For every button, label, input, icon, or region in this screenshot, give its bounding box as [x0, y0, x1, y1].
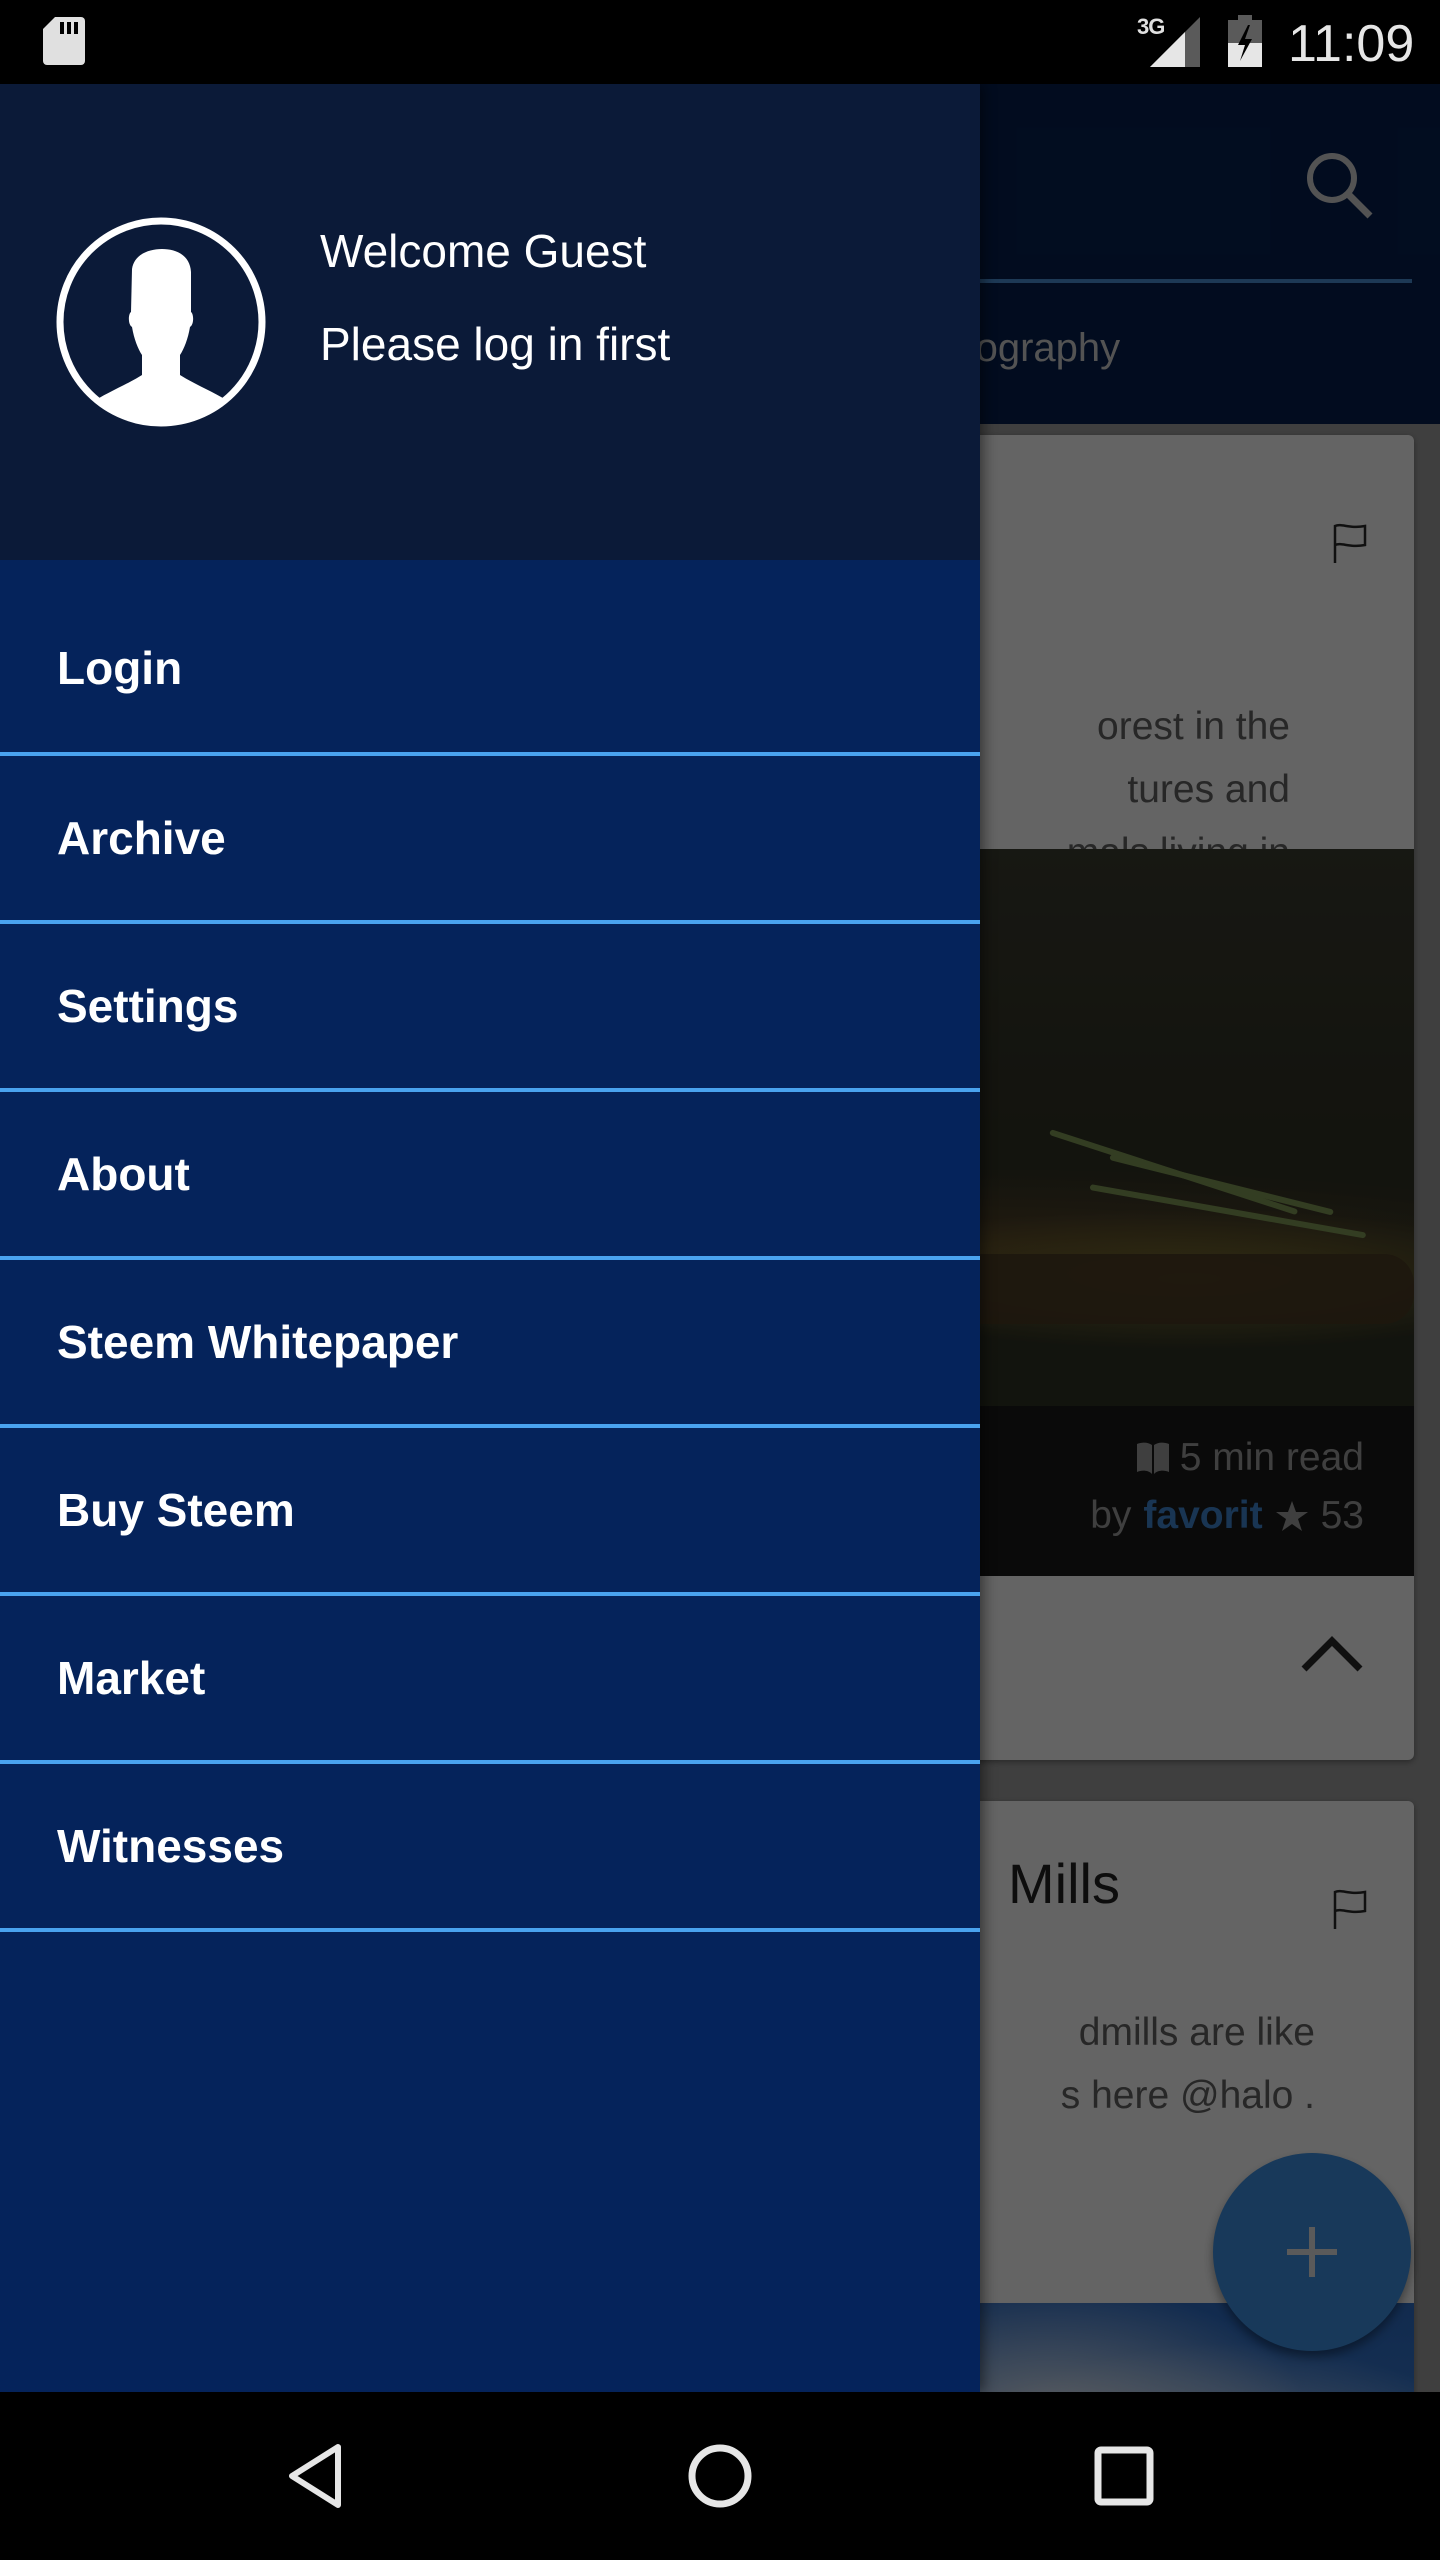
recents-icon: [1094, 2446, 1154, 2506]
navigation-drawer: Welcome Guest Please log in first Login …: [0, 84, 980, 2392]
menu-item-archive[interactable]: Archive: [0, 756, 980, 924]
recents-button[interactable]: [1084, 2436, 1164, 2516]
signal-icon: [1150, 17, 1200, 67]
welcome-text: Welcome Guest: [320, 225, 647, 277]
home-icon: [688, 2444, 752, 2508]
menu-item-witnesses[interactable]: Witnesses: [0, 1764, 980, 1932]
user-avatar-icon[interactable]: [56, 217, 266, 427]
menu-item-market[interactable]: Market: [0, 1596, 980, 1764]
clock: 11:09: [1288, 15, 1415, 73]
drawer-menu: Login Archive Settings About Steem White…: [0, 560, 980, 1932]
menu-item-settings[interactable]: Settings: [0, 924, 980, 1092]
status-bar: 3G 11:09: [0, 0, 1440, 84]
back-icon: [289, 2444, 341, 2508]
menu-item-buy-steem[interactable]: Buy Steem: [0, 1428, 980, 1596]
menu-item-login[interactable]: Login: [0, 560, 980, 756]
login-prompt-text: Please log in first: [320, 318, 671, 370]
menu-item-steem-whitepaper[interactable]: Steem Whitepaper: [0, 1260, 980, 1428]
battery-charging-icon: [1228, 15, 1262, 67]
sd-card-icon: [43, 17, 85, 65]
drawer-header: Welcome Guest Please log in first: [0, 84, 980, 560]
system-nav-bar: [0, 2392, 1440, 2560]
menu-item-about[interactable]: About: [0, 1092, 980, 1260]
home-button[interactable]: [680, 2436, 760, 2516]
back-button[interactable]: [276, 2436, 356, 2516]
